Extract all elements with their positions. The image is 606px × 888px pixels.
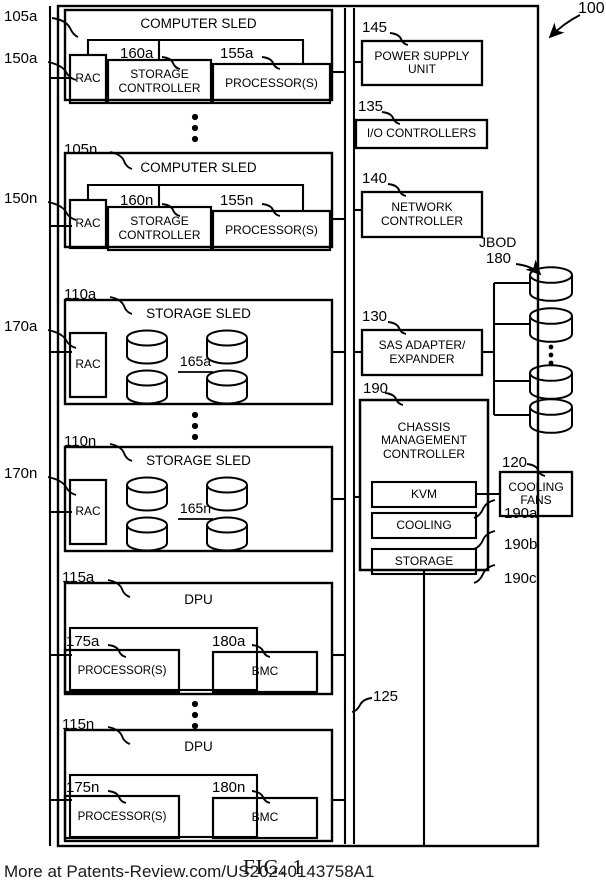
computer-sled-n-rac: RAC [75, 216, 101, 231]
dpu-n-bmc: BMC [251, 810, 279, 825]
dpu-a-bmc: BMC [251, 664, 279, 679]
ref-175n: 175n [66, 779, 100, 796]
computer-sled-n-processors: PROCESSOR(S) [225, 222, 318, 237]
chassis-management-controller-title: CHASSIS MANAGEMENT CONTROLLER [380, 419, 467, 461]
ref-180a: 180a [212, 633, 246, 650]
storage-sled-a-drives-ref: 165a [179, 353, 212, 370]
sas-adapter-expander: SAS ADAPTER/ EXPANDER [378, 338, 466, 366]
storage-sled-a-rac: RAC [75, 357, 101, 372]
dpu-n-processors: PROCESSOR(S) [77, 810, 167, 823]
ref-110n: 110n [64, 433, 97, 450]
system-reference-100: 100 [578, 0, 605, 17]
ref-155n: 155n [220, 192, 254, 209]
dpu-a-processors: PROCESSOR(S) [77, 664, 167, 677]
computer-sled-n-storage-controller: STORAGE CONTROLLER [118, 214, 201, 242]
ref-170a: 170a [4, 318, 38, 335]
ref-150n: 150n [4, 190, 38, 207]
storage-sled-n-title: STORAGE SLED [146, 453, 251, 469]
ref-145: 145 [362, 19, 388, 36]
footer-attribution: More at Patents-Review.com/US20240143758… [4, 862, 375, 881]
computer-sled-n-title: COMPUTER SLED [140, 160, 257, 176]
computer-sled-a-storage-controller: STORAGE CONTROLLER [118, 67, 201, 95]
ref-190: 190 [363, 380, 389, 397]
dpu-a-title: DPU [184, 592, 213, 608]
ref-130: 130 [362, 308, 388, 325]
cmc-module-cooling: COOLING [396, 517, 452, 532]
ref-190a: 190a [504, 505, 538, 522]
ref-180n: 180n [212, 779, 246, 796]
storage-sled-n-drives-ref: 165n [179, 500, 212, 517]
ref-190b: 190b [504, 536, 538, 553]
storage-sled-n-rac: RAC [75, 504, 101, 519]
cmc-module-storage: STORAGE [394, 553, 454, 568]
ref-115a: 115a [62, 569, 95, 586]
cmc-module-kvm: KVM [410, 486, 437, 501]
ref-115n: 115n [62, 716, 95, 733]
io-controllers: I/O CONTROLLERS [366, 126, 477, 141]
ref-135: 135 [358, 98, 384, 115]
ref-125-bus: 125 [373, 688, 399, 705]
computer-sled-a-title: COMPUTER SLED [140, 16, 257, 32]
ref-105n: 105n [64, 141, 98, 158]
ref-155a: 155a [220, 45, 254, 62]
power-supply-unit: POWER SUPPLY UNIT [374, 48, 470, 76]
ref-170n: 170n [4, 465, 38, 482]
ref-175a: 175a [66, 633, 100, 650]
ref-150a: 150a [4, 50, 38, 67]
computer-sled-a-processors: PROCESSOR(S) [225, 75, 318, 90]
patent-figure-1: 100 105a COMPUTER SLED 150a RAC 160a STO… [0, 0, 606, 888]
jbod-title: JBOD [479, 234, 517, 250]
ref-105a: 105a [4, 8, 38, 25]
ref-120: 120 [502, 454, 528, 471]
ref-190c: 190c [504, 570, 537, 587]
network-controller: NETWORK CONTROLLER [380, 200, 463, 228]
ref-110a: 110a [64, 286, 97, 303]
computer-sled-a-rac: RAC [75, 71, 101, 86]
dpu-n-title: DPU [184, 739, 213, 755]
ref-140: 140 [362, 170, 388, 187]
ref-180-jbod: 180 [486, 250, 512, 267]
storage-sled-a-title: STORAGE SLED [146, 306, 251, 322]
